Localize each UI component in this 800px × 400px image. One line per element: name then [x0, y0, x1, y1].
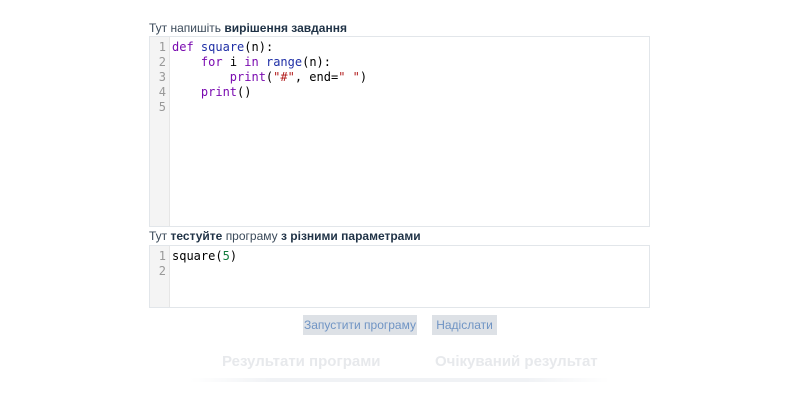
- expected-result-heading: Очікуваний результат: [435, 353, 598, 370]
- solution-label-bold: вирішення завдання: [224, 21, 347, 35]
- code-token: (): [237, 85, 252, 99]
- line-number: 1: [158, 249, 166, 263]
- line-number: 5: [158, 100, 166, 114]
- line-number: 2: [158, 264, 166, 278]
- test-label-bold-1: тестуйте: [170, 229, 223, 243]
- test-label: Тут тестуйте програму з різними параметр…: [149, 229, 421, 243]
- code-token: " ": [338, 70, 360, 84]
- solution-code-editor[interactable]: 12345 def square(n): for i in range(n): …: [149, 36, 650, 227]
- line-number: 4: [158, 85, 166, 99]
- results-divider: [190, 378, 610, 382]
- code-token: ): [229, 249, 238, 263]
- code-token: print: [229, 70, 266, 84]
- test-line-gutter: 12: [150, 246, 170, 307]
- code-line: for i in range(n):: [172, 55, 331, 70]
- code-token: in: [244, 55, 259, 69]
- solution-label-prefix: Тут напишіть: [149, 21, 222, 35]
- code-line: print("#", end=" "): [172, 70, 367, 85]
- code-token: (n):: [302, 55, 331, 69]
- code-token: def: [172, 40, 194, 54]
- code-token: , end=: [294, 70, 339, 84]
- test-label-middle: програму: [225, 229, 278, 243]
- submit-button[interactable]: Надіслати: [432, 315, 497, 335]
- code-token: square: [200, 40, 245, 54]
- code-token: i: [222, 55, 245, 69]
- solution-label: Тут напишіть вирішення завдання: [149, 21, 347, 35]
- code-token: square(: [172, 249, 223, 263]
- code-line: print(): [172, 85, 252, 100]
- line-number: 3: [158, 70, 166, 84]
- test-label-prefix: Тут: [149, 229, 168, 243]
- code-line: square(5): [172, 249, 237, 264]
- line-number: 2: [158, 55, 166, 69]
- code-token: ): [359, 70, 368, 84]
- run-program-button[interactable]: Запустити програму: [303, 315, 417, 335]
- code-token: for: [200, 55, 223, 69]
- test-label-bold-2: з різними параметрами: [281, 229, 421, 243]
- code-token: "#": [273, 70, 295, 84]
- code-token: range: [265, 55, 303, 69]
- test-code-editor[interactable]: 12 square(5): [149, 245, 650, 308]
- program-results-heading: Результати програми: [222, 353, 381, 370]
- code-token: (n):: [244, 40, 274, 54]
- code-line: def square(n):: [172, 40, 273, 55]
- solution-line-gutter: 12345: [150, 37, 170, 226]
- line-number: 1: [158, 40, 166, 54]
- code-token: 5: [222, 249, 230, 263]
- code-token: print: [200, 85, 238, 99]
